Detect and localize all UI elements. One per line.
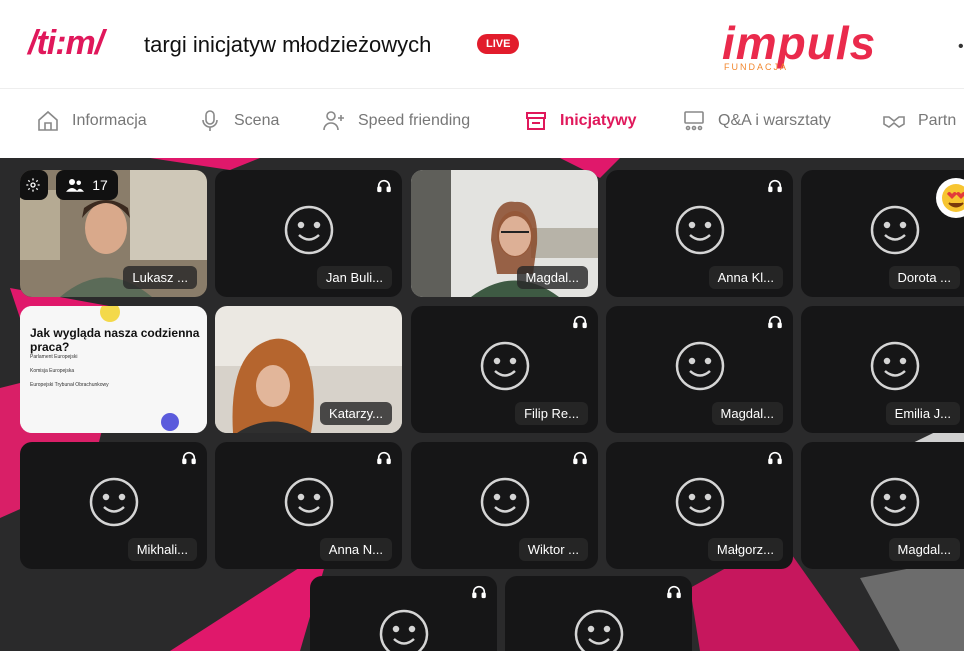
headphones-icon — [768, 179, 782, 193]
participant-name: Magdal... — [516, 266, 588, 289]
participant-tile[interactable]: Jan Buli... — [215, 170, 402, 297]
nav-item-speed-friending[interactable]: Speed friending — [322, 109, 470, 133]
video-stage: 17 Lukasz ... Jan Buli... Magdal... Anna… — [0, 158, 964, 651]
participant-name: Anna N... — [319, 538, 392, 561]
avatar-smiley-icon — [870, 341, 920, 390]
avatar-smiley-icon — [574, 609, 623, 651]
nav-item-informacja[interactable]: Informacja — [36, 109, 147, 133]
avatar-smiley-icon — [480, 341, 529, 390]
gear-icon — [26, 178, 40, 192]
nav-label: Q&A i warsztaty — [718, 112, 831, 129]
slide-title: Jak wygląda nasza codzienna praca? — [30, 326, 200, 354]
main-nav: Informacja Scena Speed friending Inicjat… — [0, 88, 964, 155]
slide-line: Komisja Europejska — [30, 368, 75, 374]
participant-name: Lukasz ... — [123, 266, 197, 289]
participant-tile[interactable] — [505, 576, 692, 651]
top-header: /ti:m/ targi inicjatyw młodzieżowych LIV… — [0, 0, 964, 88]
booth-icon — [526, 112, 546, 130]
avatar-smiley-icon — [480, 477, 529, 526]
impuls-logo-subtitle: FUNDACJA — [724, 62, 789, 72]
participant-name: Katarzy... — [320, 402, 392, 425]
screen-share-tile[interactable]: Jak wygląda nasza codzienna praca? Parla… — [20, 306, 207, 433]
emoji-reaction-button[interactable] — [936, 178, 964, 218]
live-badge: LIVE — [477, 34, 520, 54]
header-edge-mark: • — [958, 38, 964, 55]
home-icon — [38, 110, 58, 131]
participant-tile[interactable]: Małgorz... — [606, 442, 793, 569]
headphones-icon — [472, 585, 486, 599]
slide-line: Parlament Europejski — [30, 354, 78, 360]
participant-tile[interactable]: Katarzy... — [215, 306, 402, 433]
nav-item-inicjatywy[interactable]: Inicjatywy — [524, 109, 636, 133]
participant-tile[interactable]: Anna N... — [215, 442, 402, 569]
nav-item-partnerzy[interactable]: Partn — [882, 109, 956, 133]
participant-name: Małgorz... — [707, 538, 783, 561]
participant-tile[interactable]: Wiktor ... — [411, 442, 598, 569]
tim-logo[interactable]: /ti:m/ — [28, 24, 104, 63]
participant-tile[interactable]: Magdal... — [606, 306, 793, 433]
avatar-smiley-icon — [870, 205, 920, 254]
avatar-smiley-icon — [284, 205, 333, 254]
headphones-icon — [182, 451, 196, 465]
nav-item-scena[interactable]: Scena — [198, 109, 279, 133]
workshop-icon — [684, 111, 704, 131]
nav-label: Speed friending — [358, 112, 471, 129]
people-icon — [66, 179, 85, 192]
participant-name: Filip Re... — [515, 402, 588, 425]
participant-name: Magdal... — [888, 538, 960, 561]
participants-count: 17 — [92, 177, 108, 193]
avatar-smiley-icon — [284, 477, 333, 526]
participant-tile[interactable]: Filip Re... — [411, 306, 598, 433]
heart-eyes-emoji-icon — [942, 184, 964, 212]
headphones-icon — [768, 451, 782, 465]
avatar-smiley-icon — [675, 205, 724, 254]
participant-name: Anna Kl... — [708, 266, 783, 289]
participant-name: Jan Buli... — [316, 266, 392, 289]
avatar-smiley-icon — [870, 477, 920, 526]
avatar-smiley-icon — [379, 609, 428, 651]
participant-name: Magdal... — [711, 402, 783, 425]
slide-line: Europejski Trybunał Obrachunkowy — [30, 382, 109, 388]
participant-tile[interactable]: Magdal... — [801, 442, 964, 569]
participant-tile[interactable]: Magdal... — [411, 170, 598, 297]
headphones-icon — [573, 315, 587, 329]
avatar-smiley-icon — [675, 477, 724, 526]
nav-label: Inicjatywy — [560, 112, 637, 129]
participant-name: Wiktor ... — [518, 538, 588, 561]
event-title: targi inicjatyw młodzieżowych — [144, 32, 432, 57]
participant-name: Emilia J... — [885, 402, 960, 425]
participant-name: Dorota ... — [888, 266, 960, 289]
participant-tile[interactable]: Anna Kl... — [606, 170, 793, 297]
add-person-icon — [323, 111, 344, 131]
headphones-icon — [573, 451, 587, 465]
nav-item-qa-warsztaty[interactable]: Q&A i warsztaty — [682, 109, 831, 133]
handshake-icon — [883, 116, 905, 128]
avatar-smiley-icon — [675, 341, 724, 390]
participant-tile[interactable] — [310, 576, 497, 651]
settings-button[interactable] — [20, 170, 48, 200]
nav-label: Informacja — [72, 112, 147, 129]
participants-count-button[interactable]: 17 — [56, 170, 118, 200]
headphones-icon — [377, 179, 391, 193]
headphones-icon — [667, 585, 681, 599]
room-controls: 17 — [20, 170, 118, 200]
nav-label: Scena — [234, 112, 280, 129]
headphones-icon — [377, 451, 391, 465]
nav-label: Partn — [918, 112, 957, 129]
microphone-icon — [202, 110, 218, 131]
participant-name: Mikhali... — [127, 538, 197, 561]
avatar-smiley-icon — [89, 477, 138, 526]
participant-tile[interactable]: Mikhali... — [20, 442, 207, 569]
participant-tile[interactable]: 17 Lukasz ... — [20, 170, 207, 297]
participant-tile[interactable]: Emilia J... — [801, 306, 964, 433]
headphones-icon — [768, 315, 782, 329]
